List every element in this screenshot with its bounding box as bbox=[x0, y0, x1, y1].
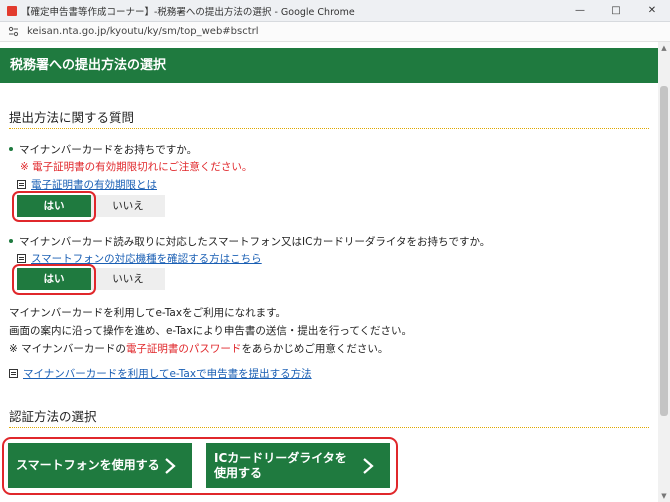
section-divider bbox=[9, 427, 649, 428]
bullet-icon bbox=[9, 239, 13, 243]
link-expiry-row: 電子証明書の有効期限とは bbox=[17, 177, 157, 192]
vertical-scrollbar[interactable]: ▲ ▼ bbox=[658, 42, 670, 502]
document-icon bbox=[17, 180, 26, 189]
close-button[interactable]: ✕ bbox=[634, 0, 670, 21]
highlight-auth-buttons bbox=[2, 437, 398, 495]
maximize-button[interactable]: □ bbox=[598, 0, 634, 21]
window-titlebar: 【確定申告書等作成コーナー】-税務署への提出方法の選択 - Google Chr… bbox=[0, 0, 670, 22]
info-line-2: 画面の案内に沿って操作を進め、e-Taxにより申告書の送信・提出を行ってください… bbox=[9, 325, 413, 337]
section-divider bbox=[9, 128, 649, 129]
link-etax-row: マイナンバーカードを利用してe-Taxで申告書を提出する方法 bbox=[9, 366, 312, 381]
section-title-submission: 提出方法に関する質問 bbox=[9, 110, 135, 125]
site-info-icon[interactable] bbox=[8, 26, 19, 37]
question-reader-device: マイナンバーカード読み取りに対応したスマートフォン又はICカードリーダライタをお… bbox=[9, 234, 490, 249]
scroll-up-icon[interactable]: ▲ bbox=[658, 42, 670, 54]
info-line-3: ※ マイナンバーカードの電子証明書のパスワードをあらかじめご用意ください。 bbox=[9, 343, 389, 355]
highlight-q1-yes bbox=[12, 191, 96, 222]
expiry-warning: ※ 電子証明書の有効期限切れにご注意ください。 bbox=[20, 161, 253, 173]
url-text[interactable]: keisan.nta.go.jp/kyoutu/ky/sm/top_web#bs… bbox=[27, 26, 259, 37]
page-content: 税務署への提出方法の選択 提出方法に関する質問 マイナンバーカードをお持ちですか… bbox=[0, 42, 658, 502]
link-etax-howto[interactable]: マイナンバーカードを利用してe-Taxで申告書を提出する方法 bbox=[23, 366, 312, 381]
info-line-1: マイナンバーカードを利用してe-Taxをご利用になれます。 bbox=[9, 307, 287, 319]
q1-no-button[interactable]: いいえ bbox=[91, 195, 165, 217]
address-bar[interactable]: keisan.nta.go.jp/kyoutu/ky/sm/top_web#bs… bbox=[0, 22, 670, 42]
question-mynumber-card: マイナンバーカードをお持ちですか。 bbox=[9, 142, 197, 157]
password-note: 電子証明書のパスワード bbox=[125, 343, 242, 355]
link-expiry[interactable]: 電子証明書の有効期限とは bbox=[31, 177, 157, 192]
app-icon bbox=[7, 5, 17, 16]
q2-no-button[interactable]: いいえ bbox=[91, 268, 165, 290]
page-header: 税務署への提出方法の選択 bbox=[0, 48, 658, 83]
document-icon bbox=[9, 369, 18, 378]
minimize-button[interactable]: — bbox=[562, 0, 598, 21]
highlight-q2-yes bbox=[12, 264, 96, 295]
scroll-thumb[interactable] bbox=[660, 86, 668, 416]
bullet-icon bbox=[9, 147, 13, 151]
scroll-down-icon[interactable]: ▼ bbox=[658, 490, 670, 502]
window-title: 【確定申告書等作成コーナー】-税務署への提出方法の選択 - Google Chr… bbox=[21, 6, 355, 18]
document-icon bbox=[17, 254, 26, 263]
section-title-auth: 認証方法の選択 bbox=[9, 409, 97, 424]
